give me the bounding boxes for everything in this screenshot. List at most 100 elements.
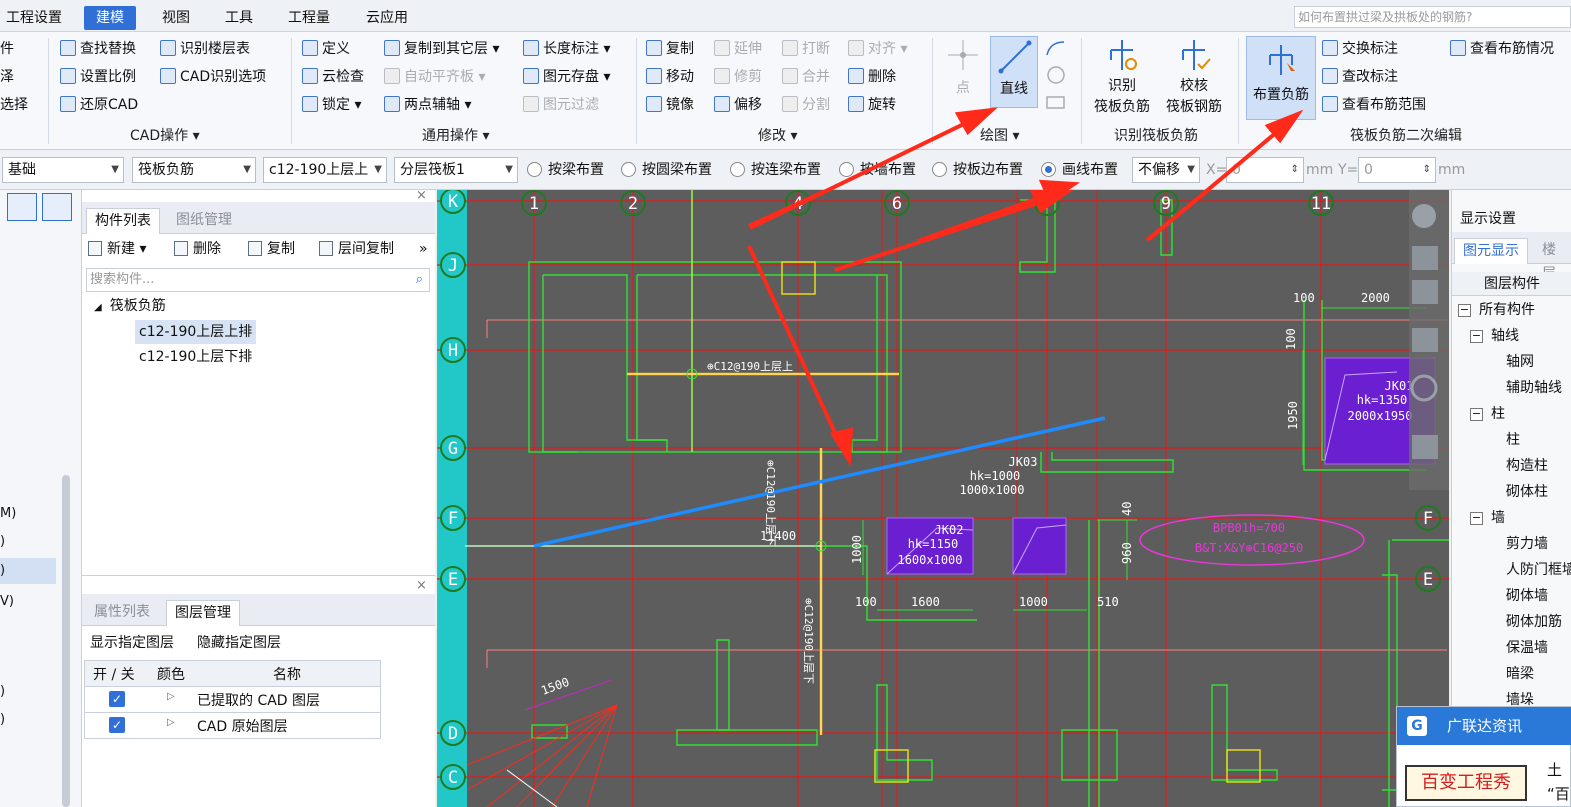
break-button[interactable]: 打断 bbox=[782, 38, 830, 60]
tree-leaf[interactable]: 构造柱 bbox=[1506, 454, 1548, 478]
menu-tools[interactable]: 工具 bbox=[221, 6, 257, 30]
edit-annotation-button[interactable]: 查改标注 bbox=[1322, 66, 1398, 88]
checkbox-checked[interactable]: ✓ bbox=[109, 717, 125, 733]
left-strip-item[interactable]: ) bbox=[0, 684, 5, 699]
list-view-icon[interactable] bbox=[7, 193, 37, 221]
globe-icon[interactable] bbox=[1412, 204, 1436, 228]
left-strip-item[interactable]: ) bbox=[0, 534, 5, 549]
news-banner[interactable]: 百变工程秀 bbox=[1405, 765, 1527, 801]
cad-options-button[interactable]: CAD识别选项 bbox=[160, 66, 266, 88]
cloud-check-button[interactable]: 云检查 bbox=[302, 66, 364, 88]
view-rebar-status-button[interactable]: 查看布筋情况 bbox=[1450, 38, 1554, 60]
component-search-input[interactable]: 搜索构件... ⌕ bbox=[86, 268, 430, 292]
radio-by-ring-beam[interactable]: 按圆梁布置 bbox=[621, 160, 712, 180]
tab-layer-manage[interactable]: 图层管理 bbox=[166, 600, 240, 626]
delete-component-button[interactable]: 删除 bbox=[174, 238, 221, 260]
line-button[interactable]: 直线 bbox=[990, 36, 1038, 108]
show-layer-button[interactable]: 显示指定图层 bbox=[90, 632, 174, 652]
two-point-axis-button[interactable]: 两点辅轴 ▾ bbox=[384, 94, 471, 116]
tree-leaf[interactable]: 柱 bbox=[1506, 428, 1520, 452]
copy-to-floor-button[interactable]: 复制到其它层 ▾ bbox=[384, 38, 499, 60]
radio-by-beam[interactable]: 按梁布置 bbox=[527, 160, 604, 180]
length-dimension-button[interactable]: 长度标注 ▾ bbox=[523, 38, 610, 60]
view-cube[interactable] bbox=[1409, 190, 1449, 490]
cube-side-icon[interactable] bbox=[1412, 328, 1438, 352]
menu-project-settings[interactable]: 工程设置 bbox=[2, 6, 66, 30]
component-select[interactable]: c12-190上层上 ▼ bbox=[263, 157, 387, 183]
tab-element-display[interactable]: 图元显示 bbox=[1454, 238, 1528, 264]
tree-group[interactable]: − 轴线 bbox=[1470, 324, 1519, 348]
delete-button[interactable]: 删除 bbox=[848, 66, 896, 88]
tree-leaf[interactable]: 暗梁 bbox=[1506, 662, 1534, 686]
close-icon[interactable]: × bbox=[416, 188, 427, 203]
new-component-button[interactable]: 新建 ▾ bbox=[88, 238, 146, 260]
menu-quantity[interactable]: 工程量 bbox=[284, 6, 334, 30]
tree-leaf[interactable]: 砌体墙 bbox=[1506, 584, 1548, 608]
tree-leaf[interactable]: 保温墙 bbox=[1506, 636, 1548, 660]
cad-drawing[interactable]: 1 2 4 6 7 9 11 K J H G F E D C F E ⊕C12@… bbox=[437, 190, 1449, 807]
tree-leaf[interactable]: 砌体柱 bbox=[1506, 480, 1548, 504]
tree-leaf[interactable]: 辅助轴线 bbox=[1506, 376, 1562, 400]
tree-leaf[interactable]: 人防门框墙 bbox=[1506, 558, 1571, 582]
tab-floor[interactable]: 楼层 bbox=[1534, 238, 1571, 282]
tree-leaf[interactable]: 轴网 bbox=[1506, 350, 1534, 374]
tree-root-raft-rebar[interactable]: ◢ 筏板负筋 bbox=[94, 294, 166, 318]
cube-icon[interactable] bbox=[1412, 280, 1438, 304]
layer-slab-select[interactable]: 分层筏板1 ▼ bbox=[394, 157, 518, 183]
tree-item[interactable]: c12-190上层下排 bbox=[135, 345, 256, 369]
tree-group[interactable]: − 柱 bbox=[1470, 402, 1505, 426]
tab-property-list[interactable]: 属性列表 bbox=[86, 600, 158, 626]
floor-copy-button[interactable]: 层间复制 bbox=[319, 238, 394, 260]
checkbox-checked[interactable]: ✓ bbox=[109, 691, 125, 707]
collapse-icon[interactable]: − bbox=[1458, 304, 1471, 317]
point-button[interactable]: 点 bbox=[940, 36, 986, 108]
group-label-common[interactable]: 通用操作 ▾ bbox=[422, 126, 489, 146]
tab-drawing-manage[interactable]: 图纸管理 bbox=[168, 208, 240, 234]
extend-button[interactable]: 延伸 bbox=[714, 38, 762, 60]
copy-component-button[interactable]: 复制 bbox=[248, 238, 295, 260]
ribbon-cut-item-3[interactable]: 选择 bbox=[0, 94, 28, 116]
merge-button[interactable]: 合并 bbox=[782, 66, 830, 88]
tree-group[interactable]: − 所有构件 bbox=[1458, 298, 1535, 322]
help-search-input[interactable]: 如何布置拱过梁及拱板处的钢筋? bbox=[1294, 6, 1571, 28]
align-button[interactable]: 对齐 ▾ bbox=[848, 38, 907, 60]
spinner-icon[interactable]: ⇕ bbox=[1423, 158, 1431, 182]
copy-button[interactable]: 复制 bbox=[646, 38, 694, 60]
find-replace-button[interactable]: 查找替换 bbox=[60, 38, 136, 60]
close-icon[interactable]: × bbox=[416, 578, 427, 593]
tree-leaf[interactable]: 砌体加筋 bbox=[1506, 610, 1562, 634]
ribbon-cut-item-1[interactable]: 件 bbox=[0, 38, 14, 60]
set-scale-button[interactable]: 设置比例 bbox=[60, 66, 136, 88]
floor-type-select[interactable]: 基础 ▼ bbox=[2, 157, 124, 183]
element-filter-button[interactable]: 图元过滤 bbox=[523, 94, 599, 116]
left-strip-item[interactable]: V) bbox=[0, 594, 14, 609]
search-icon[interactable]: ⌕ bbox=[416, 269, 423, 291]
mirror-button[interactable]: 镜像 bbox=[646, 94, 694, 116]
more-icon[interactable]: » bbox=[419, 238, 428, 260]
expand-icon[interactable]: ▷ bbox=[167, 691, 175, 702]
restore-cad-button[interactable]: 还原CAD bbox=[60, 94, 138, 116]
collapse-icon[interactable]: − bbox=[1470, 408, 1483, 421]
auto-align-slab-button[interactable]: 自动平齐板 ▾ bbox=[384, 66, 485, 88]
y-input[interactable]: 0 ⇕ bbox=[1358, 157, 1436, 183]
expand-icon[interactable]: ▷ bbox=[167, 717, 175, 728]
collapse-icon[interactable]: − bbox=[1470, 330, 1483, 343]
trim-button[interactable]: 修剪 bbox=[714, 66, 762, 88]
menu-cloud[interactable]: 云应用 bbox=[362, 6, 412, 30]
swap-annotation-button[interactable]: 交换标注 bbox=[1322, 38, 1398, 60]
left-strip-scrollbar[interactable] bbox=[62, 475, 70, 807]
collapse-icon[interactable]: − bbox=[1470, 512, 1483, 525]
ribbon-cut-item-2[interactable]: 泽 bbox=[0, 66, 14, 88]
panel-view-icon[interactable] bbox=[42, 193, 72, 221]
menu-view[interactable]: 视图 bbox=[158, 6, 194, 30]
tree-leaf[interactable]: 剪力墙 bbox=[1506, 532, 1548, 556]
tree-item-selected[interactable]: c12-190上层上排 bbox=[135, 320, 257, 344]
cad-canvas[interactable]: 1 2 4 6 7 9 11 K J H G F E D C F E ⊕C12@… bbox=[437, 190, 1449, 807]
menu-modeling[interactable]: 建模 bbox=[84, 6, 136, 30]
hide-layer-button[interactable]: 隐藏指定图层 bbox=[197, 632, 281, 652]
news-popup[interactable]: G 广联达资讯 百变工程秀 土 “百 bbox=[1396, 706, 1571, 807]
group-label-cad[interactable]: CAD操作 ▾ bbox=[130, 126, 200, 146]
left-strip-selected[interactable]: ) bbox=[0, 558, 56, 584]
save-element-button[interactable]: 图元存盘 ▾ bbox=[523, 66, 610, 88]
left-strip-item[interactable]: M) bbox=[0, 506, 16, 521]
